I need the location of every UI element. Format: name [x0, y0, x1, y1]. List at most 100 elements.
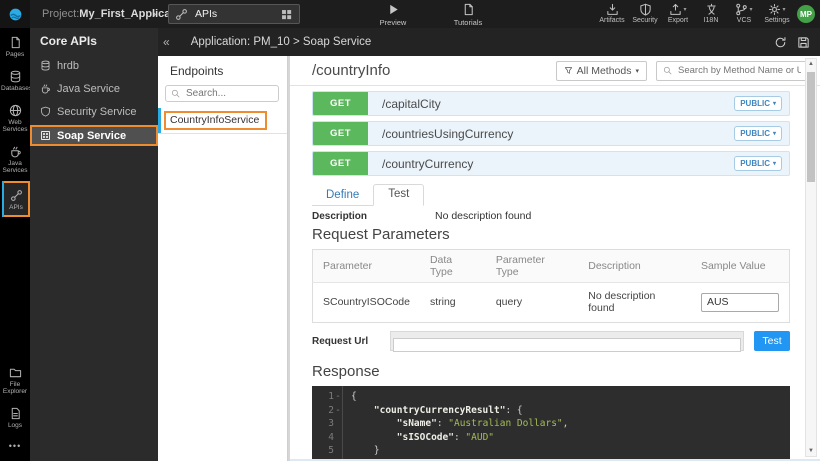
sidebar-item-label: Pages [1, 51, 29, 58]
core-api-item-security-service[interactable]: Security Service [30, 102, 158, 121]
sidebar-item-pages[interactable]: Pages [0, 30, 30, 62]
sidebar-item-label: File Explorer [1, 381, 29, 395]
core-apis-title: Core APIs [30, 28, 158, 52]
grid-icon[interactable] [280, 8, 293, 21]
sidebar-item-apis[interactable]: APIs [2, 181, 30, 217]
api-icon [175, 8, 188, 21]
access-label: PUBLIC [740, 129, 770, 138]
caret-down-icon: ▾ [683, 6, 686, 13]
app-window: Project:My_First_Application › APIs Prev… [0, 0, 820, 461]
scrollbar-thumb[interactable] [807, 72, 815, 182]
vertical-scrollbar[interactable]: ▲ ▼ [805, 58, 817, 457]
sample-value-input[interactable] [701, 293, 779, 312]
scroll-up-arrow-icon[interactable]: ▲ [806, 60, 816, 68]
app-logo[interactable] [0, 0, 30, 28]
search-icon [171, 89, 180, 98]
apis-workspace-tab[interactable]: APIs [168, 4, 300, 24]
operation-row--countriesusingcurrency[interactable]: GET/countriesUsingCurrency PUBLIC▾ [312, 121, 790, 146]
tutorials-doc-icon [462, 3, 475, 16]
method-search-input[interactable] [676, 64, 803, 77]
sidebar-item-file-explorer[interactable]: File Explorer [0, 360, 30, 399]
database-icon [40, 60, 51, 71]
sidebar-item-databases[interactable]: Databases [0, 64, 30, 96]
endpoint-item-countryinfoservice[interactable]: CountryInfoService [158, 109, 287, 134]
gutter-line: 6 [312, 458, 342, 461]
methods-filter-dropdown[interactable]: All Methods ▾ [556, 61, 647, 81]
access-dropdown[interactable]: PUBLIC▾ [734, 156, 782, 171]
cell-data_type: string [420, 283, 486, 323]
topbar-action-label: Artifacts [599, 17, 624, 24]
access-dropdown[interactable]: PUBLIC▾ [734, 126, 782, 141]
endpoints-search[interactable] [165, 85, 279, 102]
preview-button[interactable]: Preview [370, 1, 416, 28]
description-label: Description [312, 211, 435, 222]
topbar-action-artifacts[interactable]: Artifacts [599, 3, 625, 24]
column-header-description: Description [578, 250, 691, 283]
endpoints-title: Endpoints [158, 56, 287, 78]
application-header: « Application: PM_10 > Soap Service [158, 28, 820, 56]
topbar-action-label: VCS [737, 17, 751, 24]
soap-icon [40, 130, 51, 141]
sidebar-item-web-services[interactable]: Web Services [0, 98, 30, 137]
topbar-action-settings[interactable]: ▾ Settings [764, 3, 790, 24]
topbar-action-i18n[interactable]: I18N [698, 3, 724, 24]
file-explorer-icon [9, 366, 22, 379]
endpoints-search-input[interactable] [184, 87, 273, 100]
core-apis-panel: Core APIs hrdb Java Service Security Servi… [30, 28, 158, 461]
tab-test[interactable]: Test [373, 184, 424, 206]
core-apis-list: hrdb Java Service Security Service Soap Ser… [30, 56, 158, 146]
logs-icon [9, 407, 22, 420]
core-api-item-label: Java Service [57, 83, 120, 95]
code-line: { [351, 390, 568, 404]
code-line: "countryCurrencyResult": { [351, 404, 568, 418]
shield-icon [40, 106, 51, 117]
gutter-line: 1- [312, 390, 342, 404]
left-sidebar: Pages DatabasesWeb Services Java Services A… [0, 28, 30, 461]
play-icon [387, 3, 400, 16]
operation-path: /countriesUsingCurrency [382, 127, 513, 141]
sidebar-item-java-services[interactable]: Java Services [0, 139, 30, 178]
method-badge: GET [313, 122, 368, 145]
project-prefix: Project: [42, 8, 79, 20]
request-url-input[interactable] [393, 338, 741, 352]
core-api-item-soap-service[interactable]: Soap Service [30, 125, 158, 146]
topbar-action-vcs[interactable]: ▾VCS [731, 3, 757, 24]
column-header-sample-value: Sample Value [691, 250, 790, 283]
topbar-action-label: Security [632, 17, 657, 24]
sidebar-item-logs[interactable]: Logs [0, 401, 30, 433]
methods-filter-label: All Methods [577, 65, 632, 77]
topbar-action-icon-row [705, 3, 718, 16]
sidebar-top-items: Pages DatabasesWeb Services Java Services A… [0, 28, 30, 217]
operation-row--capitalcity[interactable]: GET/capitalCityPUBLIC▾ [312, 91, 790, 116]
test-button[interactable]: Test [754, 331, 790, 351]
endpoint-item-label: CountryInfoService [164, 111, 267, 130]
save-icon[interactable] [797, 36, 810, 49]
topbar-action-label: Settings [764, 17, 789, 24]
parameter-row: SCountryISOCodestringqueryNo description… [313, 283, 790, 323]
tab-define[interactable]: Define [312, 186, 373, 206]
operations-list: GET/capitalCityPUBLIC▾ GET/countriesUsing… [312, 91, 790, 176]
operation-row--countrycurrency[interactable]: GET/countryCurrencyPUBLIC▾ [312, 151, 790, 176]
sidebar-bottom-items: File Explorer Logs [0, 358, 30, 433]
access-dropdown[interactable]: PUBLIC▾ [734, 96, 782, 111]
response-heading: Response [312, 363, 790, 381]
topbar-action-icon-row: ▾ [735, 3, 752, 16]
tutorials-button[interactable]: Tutorials [442, 1, 494, 28]
collapse-panel-icon[interactable]: « [163, 35, 170, 49]
core-api-item-java-service[interactable]: Java Service [30, 79, 158, 98]
core-api-item-label: hrdb [57, 60, 79, 72]
description-value: No description found [435, 210, 531, 222]
user-avatar[interactable]: MP [797, 5, 815, 23]
sidebar-more-button[interactable]: ••• [0, 433, 30, 461]
tutorials-label: Tutorials [454, 18, 482, 27]
method-search[interactable] [656, 61, 810, 81]
refresh-icon[interactable] [774, 36, 787, 49]
sidebar-item-label: Java Services [1, 160, 29, 174]
java-icon [40, 83, 51, 94]
scroll-down-arrow-icon[interactable]: ▼ [806, 447, 816, 455]
topbar-action-label: I18N [704, 17, 719, 24]
topbar-action-export[interactable]: ▾Export [665, 3, 691, 24]
caret-down-icon: ▾ [782, 6, 785, 13]
core-api-item-hrdb[interactable]: hrdb [30, 56, 158, 75]
topbar-action-security[interactable]: Security [632, 3, 658, 24]
